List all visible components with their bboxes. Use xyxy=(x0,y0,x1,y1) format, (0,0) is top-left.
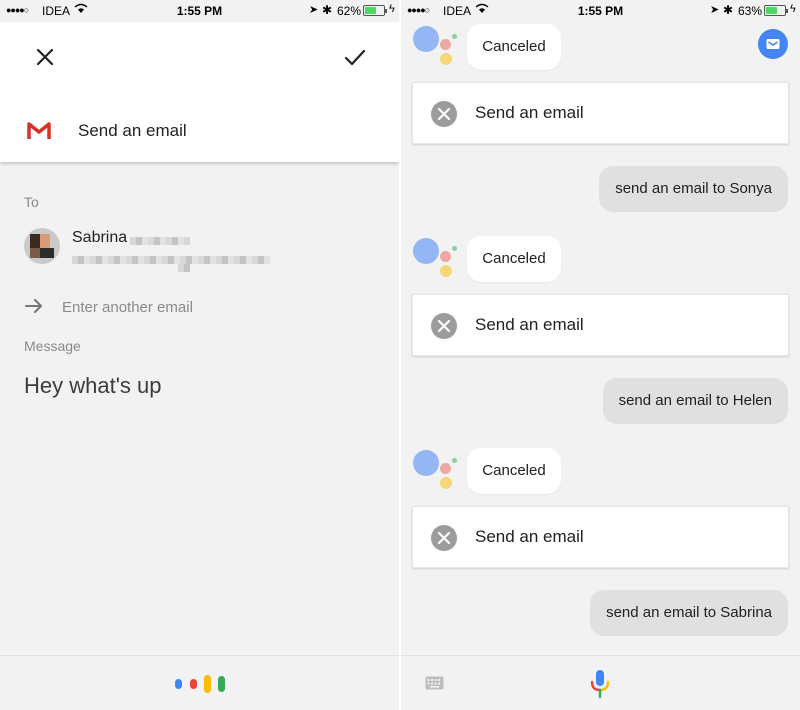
redacted-name xyxy=(130,237,190,245)
assistant-response-bubble: Canceled xyxy=(467,24,561,70)
card-title: Send an email xyxy=(475,103,584,122)
recipient-name: Sabrina xyxy=(72,229,128,246)
add-recipient-input[interactable]: Enter another email xyxy=(62,299,193,316)
assistant-response-bubble: Canceled xyxy=(467,448,561,494)
action-card[interactable]: Send an email xyxy=(412,294,789,356)
card-title: Send an email xyxy=(475,527,584,546)
send-email-screen: ●●●●○ IDEA 1:55 PM ➤ ✱ 62% ϟ Send an ema… xyxy=(0,0,399,710)
user-query-bubble: send an email to Sabrina xyxy=(590,590,788,636)
battery-percent: 63% xyxy=(738,4,763,18)
bluetooth-icon: ✱ xyxy=(723,3,734,17)
assistant-conversation-screen: ●●●●○ IDEA 1:55 PM ➤ ✱ 63% ϟ Canceled Se… xyxy=(401,0,800,710)
email-header-card: Send an email xyxy=(0,22,399,162)
assistant-response-bubble: Canceled xyxy=(467,236,561,282)
cancel-circle-icon xyxy=(431,101,457,127)
assistant-bar xyxy=(0,655,399,710)
arrow-right-icon xyxy=(25,299,42,313)
google-assistant-icon xyxy=(413,236,459,280)
google-assistant-icon xyxy=(413,24,459,68)
avatar xyxy=(24,228,60,264)
to-label: To xyxy=(24,194,39,210)
location-icon: ➤ xyxy=(309,4,319,16)
message-body[interactable]: Hey what's up xyxy=(24,373,162,399)
charging-icon: ϟ xyxy=(790,3,796,15)
cancel-circle-icon xyxy=(431,525,457,551)
status-bar: ●●●●○ IDEA 1:55 PM ➤ ✱ 63% ϟ xyxy=(401,0,800,22)
battery-percent: 62% xyxy=(337,4,362,18)
card-title: Send an email xyxy=(475,315,584,334)
redacted-email xyxy=(72,256,270,264)
action-card[interactable]: Send an email xyxy=(412,506,789,568)
status-bar: ●●●●○ IDEA 1:55 PM ➤ ✱ 62% ϟ xyxy=(0,0,399,22)
battery-icon xyxy=(764,5,788,16)
page-title: Send an email xyxy=(78,121,187,140)
gmail-icon xyxy=(27,122,51,140)
charging-icon: ϟ xyxy=(389,3,395,15)
battery-icon xyxy=(363,5,387,16)
action-card[interactable]: Send an email xyxy=(412,82,789,144)
cancel-circle-icon xyxy=(431,313,457,339)
microphone-icon[interactable] xyxy=(589,669,611,699)
input-bar xyxy=(401,655,800,710)
close-icon[interactable] xyxy=(34,46,56,68)
check-icon[interactable] xyxy=(343,46,367,68)
inbox-icon[interactable] xyxy=(758,29,788,59)
user-query-bubble: send an email to Helen xyxy=(602,378,788,424)
user-query-bubble: send an email to Sonya xyxy=(599,166,788,212)
location-icon: ➤ xyxy=(710,4,720,16)
message-label: Message xyxy=(24,338,81,354)
redacted-email-fragment xyxy=(178,264,190,272)
keyboard-icon[interactable] xyxy=(425,676,444,690)
google-assistant-icon xyxy=(413,448,459,492)
bluetooth-icon: ✱ xyxy=(322,3,333,17)
